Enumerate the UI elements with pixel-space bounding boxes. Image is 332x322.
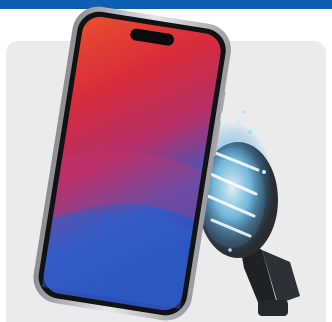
product-photo — [33, 6, 300, 321]
phone-icon — [33, 6, 231, 321]
